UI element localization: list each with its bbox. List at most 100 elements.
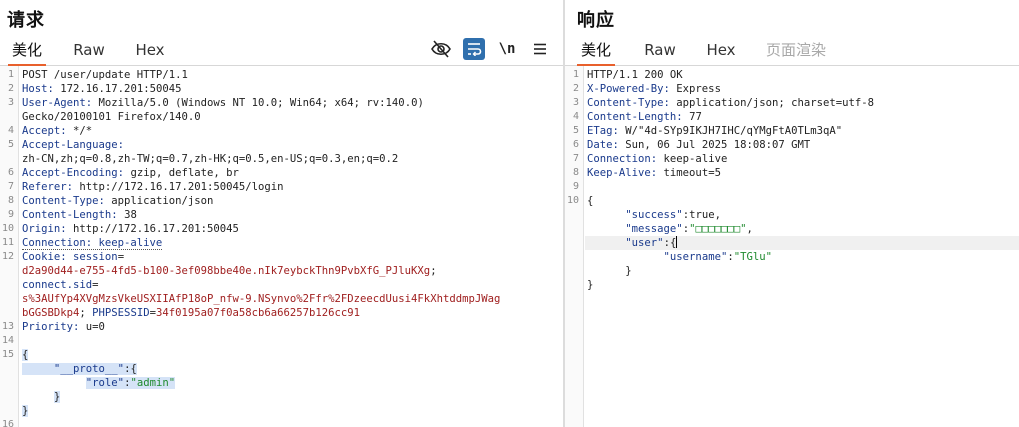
code-token: session [73,251,118,263]
code-line: "user":{ [587,236,678,250]
code-token: } [587,279,594,291]
code-token: zh-CN,zh;q=0.8,zh-TW;q=0.7,zh-HK;q=0.5,e… [22,153,399,165]
code-token: { [22,349,29,361]
code-token: ; [79,307,93,319]
code-line: Keep-Alive: timeout=5 [587,166,721,180]
code-line: Content-Length: 38 [22,208,137,222]
request-editor[interactable]: 1 POST /user/update HTTP/1.1 2 Host: 172.16… [0,66,563,427]
code-token: Gecko/20100101 Firefox/140.0 [22,111,201,123]
code-line: Priority: u=0 [22,320,105,334]
line-number: 10 [1,223,14,234]
code-token: Content-Type: [587,97,677,109]
code-token: Mozilla/5.0 (Windows NT 10.0; Win64; x64… [98,97,424,109]
code-token: Sun, 06 Jul 2025 18:08:07 GMT [625,139,811,151]
code-token: s%3AUfYp4XVgMzsVkeUSXIIAfP18oP_nfw-9.NSy… [22,293,501,305]
code-line: Content-Type: application/json; charset=… [587,96,874,110]
code-line: X-Powered-By: Express [587,82,721,96]
tab-pretty[interactable]: 美化 [577,41,615,66]
code-line: "username":"TGlu" [587,250,772,264]
code-line: Gecko/20100101 Firefox/140.0 [22,110,201,124]
code-token: :{ [663,237,677,249]
code-token: "□□□□□□□" [689,223,747,235]
line-number: 12 [1,251,14,262]
tab-pretty[interactable]: 美化 [8,41,46,66]
code-line: Referer: http://172.16.17.201:50045/logi… [22,180,284,194]
code-token: = [92,279,99,291]
code-token: "__proto__" [53,363,125,375]
code-line: Connection: keep-alive [587,152,727,166]
code-token: ; [430,265,437,277]
request-pane: 请求 美化 Raw Hex \n 1 POST /user/update HTTP… [0,0,563,427]
tab-render[interactable]: 页面渲染 [761,41,831,65]
code-line: "__proto__":{ [22,362,137,376]
code-token: "message" [625,223,683,235]
code-token: "success" [625,209,683,221]
newline-toggle-button[interactable]: \n [496,38,518,60]
line-number: 14 [1,335,14,346]
menu-icon[interactable] [529,38,551,60]
code-token: HTTP/1.1 200 OK [587,69,683,81]
code-line: Accept: */* [22,124,92,138]
line-number: 6 [572,139,579,150]
code-token: 34f0195a07f0a58cb6a66257b126cc91 [155,307,361,319]
code-line: bGGSBDkp4; PHPSESSID=34f0195a07f0a58cb6a… [22,306,360,320]
code-token: timeout=5 [663,167,721,179]
line-number: 8 [7,195,14,206]
line-number: 7 [572,153,579,164]
code-token: W/"4d-SYp9IKJH7IHC/qYMgFtA0TLm3qA" [625,125,843,137]
line-number: 4 [572,111,579,122]
code-token: http://172.16.17.201:50045/login [79,181,284,193]
code-token: Host: [22,83,61,95]
code-token: , [746,223,753,235]
response-tabs: 美化 Raw Hex 页面渲染 [565,38,1019,66]
code-token: "admin" [130,377,176,389]
tab-hex[interactable]: Hex [701,41,741,65]
response-editor[interactable]: 1 HTTP/1.1 200 OK 2 X-Powered-By: Express 3 C… [565,66,1019,427]
code-token: */* [73,125,93,137]
tab-hex[interactable]: Hex [130,41,170,65]
code-token: "username" [663,251,728,263]
code-token: application/json [111,195,214,207]
tab-raw[interactable]: Raw [68,41,110,65]
code-token: } [53,391,61,403]
code-token: keep-alive [663,153,728,165]
code-line: ETag: W/"4d-SYp9IKJH7IHC/qYMgFtA0TLm3qA" [587,124,842,138]
code-token: = [117,251,125,263]
code-token: d2a90d44-e755-4fd5-b100-3ef098bbe40e.nIk… [22,265,431,277]
line-number: 16 [1,419,14,427]
code-token: Referer: [22,181,80,193]
code-line: "role":"admin" [22,376,176,390]
line-number: 1 [572,69,579,80]
hide-eye-icon[interactable] [430,38,452,60]
code-token: :{ [124,363,137,375]
code-token: 38 [124,209,137,221]
code-token: User-Agent: [22,97,99,109]
code-token: Accept-Encoding: [22,167,131,179]
line-number: 4 [7,125,14,136]
code-token: } [22,405,29,417]
code-line: { [22,348,29,362]
code-line: Accept-Encoding: gzip, deflate, br [22,166,239,180]
code-token: Keep-Alive: [587,167,664,179]
wrap-lines-icon[interactable] [463,38,485,60]
code-token: Connection: keep-alive [22,237,163,250]
code-line: } [22,404,29,418]
code-token: POST /user/update HTTP/1.1 [22,69,188,81]
line-number: 1 [7,69,14,80]
code-line: User-Agent: Mozilla/5.0 (Windows NT 10.0… [22,96,424,110]
code-token: Express [676,83,721,95]
code-token: { [587,195,594,207]
line-number: 3 [572,97,579,108]
line-number: 15 [1,349,14,360]
code-line: Date: Sun, 06 Jul 2025 18:08:07 GMT [587,138,810,152]
code-token: Origin: [22,223,74,235]
tab-raw[interactable]: Raw [639,41,681,65]
line-number: 7 [7,181,14,192]
code-line: Content-Length: 77 [587,110,702,124]
code-line: Connection: keep-alive [22,236,163,250]
code-token: Priority: [22,321,86,333]
